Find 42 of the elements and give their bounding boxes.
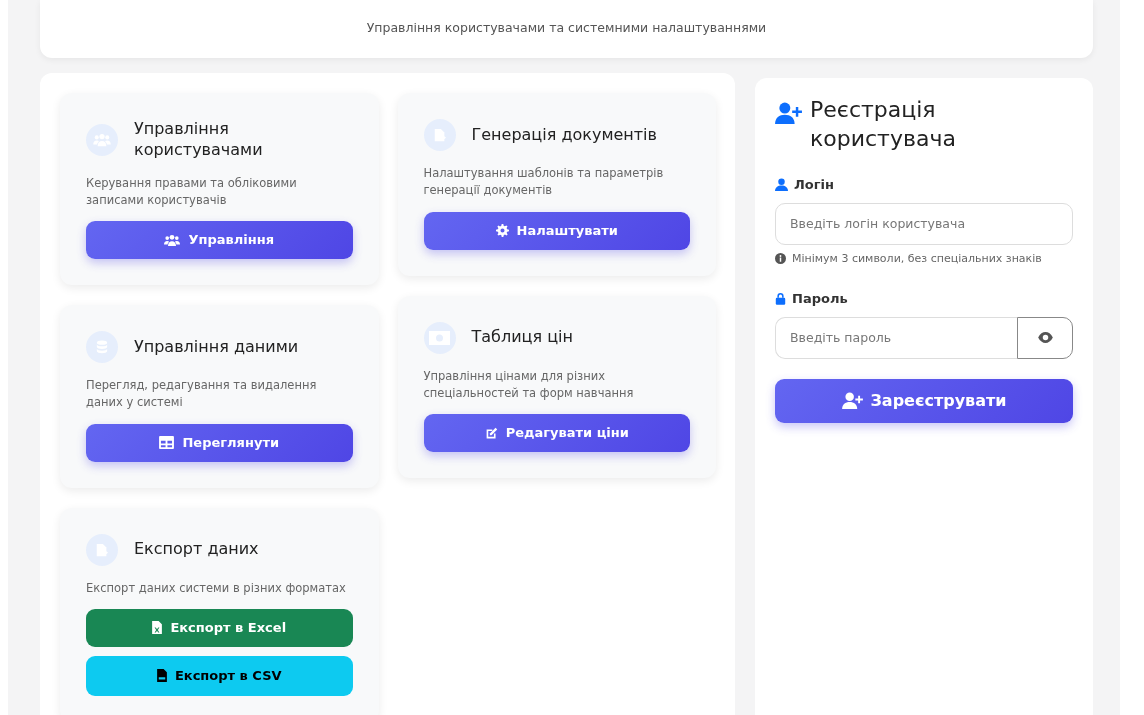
users-icon (93, 132, 111, 147)
info-icon (775, 253, 786, 265)
action-button[interactable]: Управління (86, 221, 353, 260)
card-title: Генерація документів (471, 124, 657, 146)
password-field[interactable]: Введіть пароль (775, 316, 1017, 359)
file-icon (95, 542, 109, 557)
card-title: Управління даними (134, 336, 299, 358)
lock-icon (775, 292, 786, 306)
form-title: Реєстрація користувача (810, 96, 957, 153)
banknote-icon (429, 330, 450, 345)
action-button[interactable]: Налаштувати (423, 211, 690, 250)
field-hint: Мінімум 3 символи, без спеціальних знаків (792, 250, 1042, 267)
csv-file-icon (156, 669, 167, 683)
show-password-button[interactable] (1017, 316, 1073, 359)
users-icon (164, 233, 181, 247)
field-label: Логін (794, 176, 834, 195)
edit-icon (484, 426, 498, 440)
card-title: Таблиця цін (471, 327, 573, 348)
card-description: Управління цінами для різних спеціальностей та форм навчання (423, 367, 635, 402)
field-label: Пароль (792, 290, 848, 309)
card-description: Налаштування шаблонів та параметрів генерації документів (423, 165, 665, 200)
login-field[interactable]: Введіть логін користувача (775, 202, 1073, 245)
card-title: Управління користувачами (134, 119, 264, 161)
card-description: Експорт даних системи в різних форматах (86, 579, 347, 597)
action-button[interactable]: Експорт в CSV (86, 655, 353, 696)
card-description: Перегляд, редагування та видалення даних у системі (86, 377, 318, 412)
action-button[interactable]: Експорт в Excel (86, 608, 353, 647)
gear-icon (495, 224, 509, 237)
action-button[interactable]: Переглянути (86, 423, 353, 462)
user-icon (775, 178, 788, 192)
add-user-icon (775, 101, 802, 124)
add-user-icon (841, 392, 863, 410)
page-subtitle: Управління користувачами та системними налаштуваннями (366, 19, 767, 38)
eye-icon (1037, 332, 1053, 344)
database-icon (96, 340, 108, 355)
action-button[interactable]: Редагувати ціни (423, 414, 690, 452)
file-icon (432, 128, 447, 142)
card-description: Керування правами та обліковими записами користувачів (86, 174, 298, 209)
spreadsheet-file-icon (152, 621, 163, 635)
register-button[interactable]: Зареєструвати (775, 378, 1073, 423)
card-title: Експорт даних (134, 539, 259, 560)
table-icon (159, 436, 175, 450)
